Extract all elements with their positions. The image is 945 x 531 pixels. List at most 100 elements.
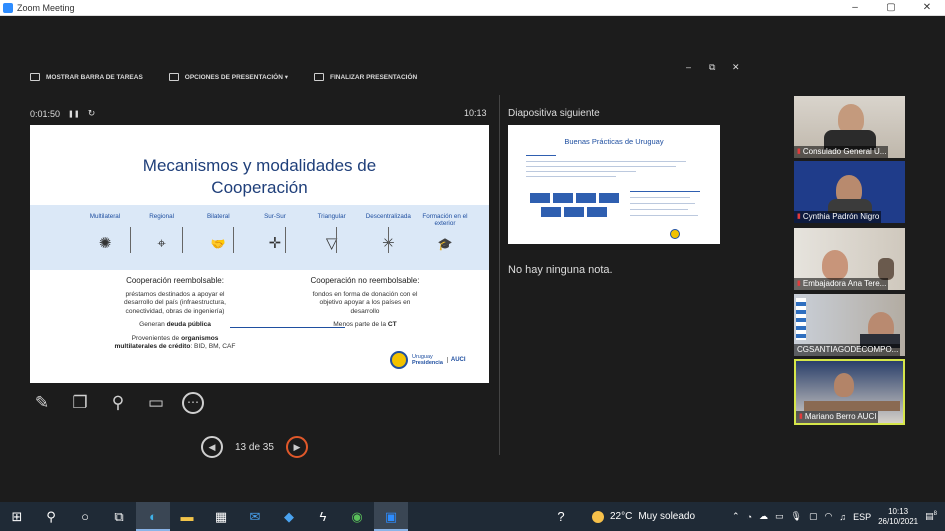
elapsed-time: 0:01:50	[30, 108, 61, 119]
end-presentation-label: FINALIZAR PRESENTACIÓN	[329, 73, 418, 81]
mail-icon[interactable]: ✉	[238, 502, 272, 531]
dropbox-icon[interactable]: ◆	[272, 502, 306, 531]
pane-divider[interactable]	[499, 95, 500, 455]
sunny-icon	[592, 510, 604, 523]
show-taskbar-label: MOSTRAR BARRA DE TAREAS	[46, 73, 143, 81]
modality-triangular: Triangular ▽	[307, 213, 357, 255]
end-presentation-icon	[313, 73, 324, 81]
mini-logo	[670, 229, 680, 239]
store-icon[interactable]: ▦	[204, 502, 238, 531]
wifi-icon[interactable]: ◠	[824, 511, 832, 522]
current-time: 10:13	[464, 108, 487, 118]
modality-regional: Regional ⌖	[137, 213, 187, 255]
onedrive-icon[interactable]: ☁	[759, 511, 768, 522]
non-reimbursable-column: Cooperación no reembolsable: fondos en f…	[310, 276, 420, 328]
all-slides-icon[interactable]: ❐	[68, 392, 92, 414]
window-titlebar: Zoom Meeting – ▢ ✕	[0, 0, 945, 16]
edge-browser-icon[interactable]: ◐	[136, 502, 170, 531]
weather-widget[interactable]: 22°C Muy soleado	[592, 510, 695, 523]
windows-taskbar: ⊞ ⚲ ○ ⧉ ◐ ▬ ▦ ✉ ◆ ϟ ◉ ▣ ? 22°C Muy solea…	[0, 502, 945, 531]
divider	[130, 227, 131, 253]
presenter-minimize-button[interactable]: –	[686, 62, 691, 72]
next-slide-button[interactable]: ▶	[285, 436, 308, 458]
participant-tile[interactable]: CGSANTIAGODECOMPO...	[794, 294, 905, 356]
screen-icon[interactable]: ▭	[144, 392, 168, 414]
pause-timer-button[interactable]: ❚❚	[68, 110, 80, 118]
chevron-up-icon[interactable]: ⌃	[732, 511, 740, 522]
microphone-icon[interactable]: 🎙	[791, 511, 802, 522]
help-icon[interactable]: ?	[544, 502, 578, 531]
pen-icon[interactable]: ✎	[30, 392, 54, 414]
location-pin-icon: ⌖	[157, 235, 166, 252]
file-explorer-icon[interactable]: ▬	[170, 502, 204, 531]
language-indicator[interactable]: ESP	[853, 512, 871, 522]
next-slide-title: Buenas Prácticas de Uruguay	[564, 137, 664, 146]
terminal-icon[interactable]: ϟ	[306, 502, 340, 531]
end-presentation-button[interactable]: FINALIZAR PRESENTACIÓN	[313, 73, 418, 81]
presentation-options-button[interactable]: OPCIONES DE PRESENTACIÓN ▾	[168, 73, 288, 81]
presenter-toolbar: MOSTRAR BARRA DE TAREAS OPCIONES DE PRES…	[30, 70, 417, 84]
reset-timer-button[interactable]: ↻	[88, 108, 96, 119]
modality-sur-sur: Sur-Sur ✛	[250, 213, 300, 255]
speaker-notes: No hay ninguna nota.	[508, 264, 613, 276]
presenter-close-button[interactable]: ✕	[732, 62, 740, 73]
uruguay-flag	[796, 298, 806, 340]
window-title: Zoom Meeting	[17, 2, 75, 13]
notification-center-icon[interactable]: ▤8	[925, 511, 937, 522]
annotation-tools: ✎ ❐ ⚲ ▭ ⋯	[30, 392, 204, 414]
modalities-row: Multilateral ✺ Regional ⌖ Bilateral 🤝 Sur-S…	[80, 213, 470, 255]
modality-formacion: Formación en el exterior 🎓	[420, 213, 470, 255]
divider	[182, 227, 183, 253]
mic-muted-icon: ▮	[797, 280, 801, 287]
triangle-nodes-icon: ▽	[325, 235, 338, 252]
display-icon[interactable]: ▢	[809, 511, 818, 522]
windows-start-icon[interactable]: ⊞	[0, 502, 34, 531]
taskbar-clock[interactable]: 10:13 26/10/2021	[878, 507, 918, 527]
handshake-icon: 🤝	[210, 237, 226, 251]
window-controls: – ▢ ✕	[837, 1, 945, 15]
minimize-button[interactable]: –	[837, 1, 873, 15]
notification-count: 8	[933, 511, 937, 517]
timer: 0:01:50 ❚❚ ↻	[30, 108, 95, 119]
task-view-icon[interactable]: ⧉	[102, 502, 136, 531]
current-slide[interactable]: Mecanismos y modalidades de Cooperación …	[30, 125, 489, 383]
presentation-options-label: OPCIONES DE PRESENTACIÓN ▾	[184, 74, 288, 81]
next-slide-label: Diapositiva siguiente	[508, 108, 600, 119]
battery-icon[interactable]: ▭	[775, 511, 784, 522]
zoom-taskbar-icon[interactable]: ▣	[374, 502, 408, 531]
mic-muted-icon: ▮	[799, 413, 803, 420]
uruguay-presidencia-logo: Uruguay Presidencia AUCI	[390, 351, 466, 369]
cortana-icon[interactable]: ○	[68, 502, 102, 531]
next-slide-preview[interactable]: Buenas Prácticas de Uruguay	[508, 125, 720, 244]
network-icon[interactable]: ◔	[747, 512, 752, 522]
participant-face	[834, 373, 854, 397]
mic-muted-icon: ▮	[797, 148, 801, 155]
participant-tile[interactable]: ▮ Embajadora Ana Tere...	[794, 228, 905, 290]
slide-title: Mecanismos y modalidades de Cooperación	[142, 156, 377, 197]
graduation-cap-icon: 🎓	[437, 237, 453, 251]
slide-navigation: ◀ 13 de 35 ▶	[201, 436, 308, 458]
sun-emblem-icon	[390, 351, 408, 369]
participant-tile[interactable]: ▮ Consulado General U...	[794, 96, 905, 158]
previous-slide-button[interactable]: ◀	[201, 436, 223, 458]
participant-tile[interactable]: ▮ Cynthia Padrón Nigro	[794, 161, 905, 223]
divider	[388, 227, 389, 253]
taskbar-icon	[30, 73, 40, 81]
auci-logo: AUCI	[446, 357, 466, 363]
zoom-icon[interactable]: ⚲	[106, 392, 130, 414]
volume-icon[interactable]: ♫	[839, 512, 846, 522]
search-icon[interactable]: ⚲	[34, 502, 68, 531]
presenter-restore-button[interactable]: ⧉	[709, 62, 715, 73]
mic-muted-icon: ▮	[797, 213, 801, 220]
presentation-options-icon	[168, 73, 179, 81]
show-taskbar-button[interactable]: MOSTRAR BARRA DE TAREAS	[30, 73, 143, 81]
system-tray: ⌃ ◔ ☁ ▭ 🎙 ▢ ◠ ♫ ESP 10:13 26/10/2021 ▤8	[732, 507, 945, 527]
participant-face	[822, 250, 848, 280]
chrome-icon[interactable]: ◉	[340, 502, 374, 531]
more-icon[interactable]: ⋯	[182, 392, 204, 414]
reimbursable-column: Cooperación reembolsable: préstamos dest…	[114, 276, 236, 350]
participant-tile-active-speaker[interactable]: ▮ Mariano Berro AUCI	[794, 359, 905, 425]
globe-network-icon: ✺	[98, 235, 112, 252]
maximize-button[interactable]: ▢	[873, 1, 909, 15]
close-button[interactable]: ✕	[909, 1, 945, 15]
